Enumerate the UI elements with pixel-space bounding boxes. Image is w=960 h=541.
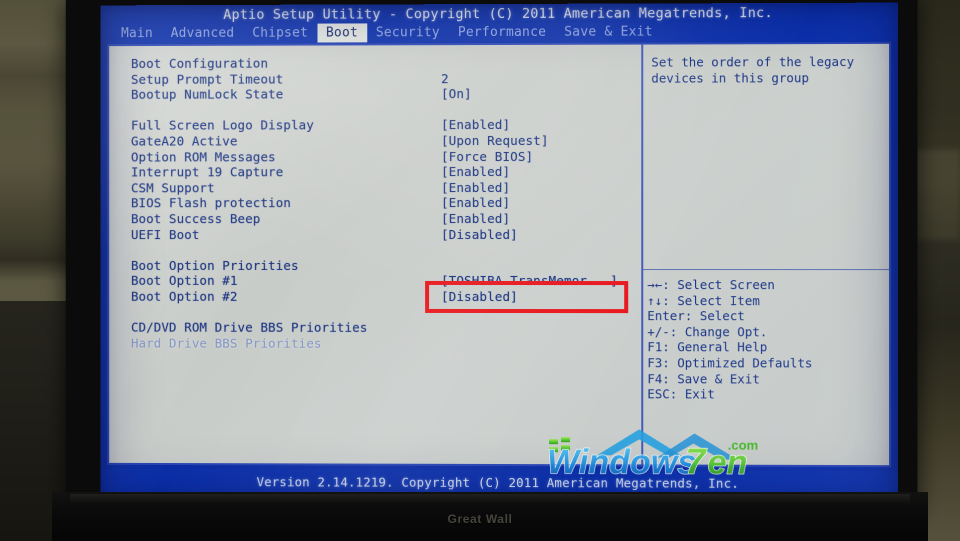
setting-value[interactable]: [Enabled]	[441, 211, 510, 226]
bios-title: Aptio Setup Utility - Copyright (C) 2011…	[100, 5, 898, 24]
setting-label: Full Screen Logo Display	[131, 118, 314, 133]
setting-label: Hard Drive BBS Priorities	[131, 335, 322, 350]
laptop-hinge-lip	[70, 494, 910, 503]
setting-value[interactable]: [On]	[441, 86, 472, 101]
setting-row-full-screen-logo-display[interactable]: Full Screen Logo Display [Enabled]	[123, 117, 636, 133]
key-action: Optimized Defaults	[670, 355, 813, 370]
setting-value[interactable]: [Force BIOS]	[441, 149, 533, 164]
setting-value[interactable]: [Upon Request]	[441, 133, 549, 148]
setting-label: Boot Option #2	[131, 289, 238, 304]
setting-label: Boot Option #1	[131, 273, 238, 288]
help-key-separator	[643, 269, 891, 270]
help-panel: Set the order of the legacy devices in t…	[651, 54, 891, 87]
key-legend-row: F3: Optimized Defaults	[647, 355, 893, 371]
setting-row-boot-success-beep[interactable]: Boot Success Beep [Enabled]	[123, 211, 636, 227]
settings-spacer	[123, 101, 636, 118]
setting-value[interactable]: 2	[441, 71, 449, 86]
key-action: Select Item	[670, 293, 760, 308]
bios-screen: Aptio Setup Utility - Copyright (C) 2011…	[100, 3, 898, 504]
tab-security[interactable]: Security	[367, 23, 449, 42]
setting-row-uefi-boot[interactable]: UEFI Boot [Disabled]	[123, 226, 636, 242]
setting-row-cd-dvd-rom-drive-bbs-priorities[interactable]: CD/DVD ROM Drive BBS Priorities	[123, 320, 636, 336]
setting-value[interactable]: [Enabled]	[441, 195, 510, 210]
key-legend-row: +/-: Change Opt.	[647, 324, 893, 340]
tab-performance[interactable]: Performance	[449, 23, 555, 42]
setting-label: UEFI Boot	[131, 227, 199, 242]
photo-scene: Aptio Setup Utility - Copyright (C) 2011…	[0, 0, 960, 541]
key-legend-row: ESC: Exit	[647, 386, 893, 402]
setting-value[interactable]: [Enabled]	[441, 164, 510, 179]
setting-row-csm-support[interactable]: CSM Support [Enabled]	[123, 180, 636, 196]
bios-menu-tabs[interactable]: Main Advanced Chipset Boot Security Performan…	[112, 22, 662, 43]
setting-label: BIOS Flash protection	[131, 196, 291, 211]
tab-chipset[interactable]: Chipset	[243, 24, 317, 43]
key-action: Save & Exit	[670, 371, 760, 386]
setting-label: Option ROM Messages	[131, 149, 276, 164]
windows7en-watermark: Windows 7 en .com	[489, 425, 780, 482]
watermark-text_4: .com	[728, 438, 759, 453]
setting-row-bios-flash-protection[interactable]: BIOS Flash protection [Enabled]	[123, 195, 636, 211]
bios-titlebar: Aptio Setup Utility - Copyright (C) 2011…	[100, 3, 898, 44]
key-name: Enter	[647, 308, 684, 323]
laptop-brand-label: Great Wall	[0, 512, 960, 526]
setting-label: Boot Option Priorities	[131, 258, 299, 273]
key-name: ↑↓	[647, 293, 662, 308]
watermark-text_2: 7	[685, 441, 707, 481]
key-name: F1	[647, 340, 662, 355]
setting-label: Setup Prompt Timeout	[131, 71, 283, 86]
setting-row-option-rom-messages[interactable]: Option ROM Messages [Force BIOS]	[123, 148, 636, 164]
setting-row-boot-option-priorities: Boot Option Priorities	[123, 258, 636, 274]
setting-label: Boot Success Beep	[131, 211, 260, 226]
tab-advanced[interactable]: Advanced	[162, 24, 244, 43]
key-action: Change Opt.	[677, 324, 767, 339]
key-separator: :	[670, 324, 678, 339]
setting-row-bootup-numlock-state[interactable]: Bootup NumLock State [On]	[123, 86, 636, 103]
setting-label: Interrupt 19 Capture	[131, 164, 283, 179]
setting-label: GateA20 Active	[131, 133, 238, 148]
key-name: +/-	[647, 324, 669, 339]
setting-value[interactable]: [Enabled]	[441, 117, 510, 132]
key-separator: :	[670, 386, 678, 401]
setting-label: Bootup NumLock State	[131, 87, 283, 102]
tab-main[interactable]: Main	[112, 24, 162, 43]
help-text: Set the order of the legacy devices in t…	[651, 54, 891, 87]
key-action: Exit	[677, 386, 715, 401]
key-legend-row: F4: Save & Exit	[647, 371, 893, 387]
tab-save-exit[interactable]: Save & Exit	[555, 22, 662, 41]
setting-label: CD/DVD ROM Drive BBS Priorities	[131, 320, 367, 335]
setting-label: Boot Configuration	[131, 56, 268, 71]
panel-vertical-divider	[641, 45, 643, 465]
key-name: F4	[647, 371, 662, 386]
setting-label: CSM Support	[131, 180, 215, 195]
key-legend-row: Enter: Select	[647, 308, 893, 324]
tab-boot[interactable]: Boot	[317, 23, 367, 42]
key-name: F3	[647, 355, 662, 370]
key-separator: :	[685, 308, 693, 323]
watermark-text_1: Windows	[547, 443, 696, 482]
key-legend: →←: Select Screen ↑↓: Select Item Enter: S…	[647, 277, 893, 403]
setting-row-setup-prompt-timeout[interactable]: Setup Prompt Timeout 2	[123, 70, 636, 87]
key-legend-row: F1: General Help	[647, 340, 893, 356]
key-legend-row: →←: Select Screen	[647, 277, 893, 293]
setting-value[interactable]: [Enabled]	[441, 180, 510, 195]
key-action: Select Screen	[670, 277, 775, 292]
settings-spacer	[123, 242, 636, 258]
setting-row-interrupt-19-capture[interactable]: Interrupt 19 Capture [Enabled]	[123, 164, 636, 180]
setting-row-boot-configuration: Boot Configuration	[123, 55, 636, 72]
bios-body-panel: Boot Configuration Setup Prompt Timeout 2 B…	[107, 42, 891, 467]
setting-row-gatea20-active[interactable]: GateA20 Active [Upon Request]	[123, 133, 636, 149]
setting-row-hard-drive-bbs-priorities[interactable]: Hard Drive BBS Priorities	[123, 335, 636, 351]
setting-value[interactable]: [Disabled]	[441, 227, 518, 242]
key-action: Select	[692, 308, 745, 323]
key-legend-row: ↑↓: Select Item	[647, 293, 893, 309]
red-annotation-box	[425, 281, 628, 313]
key-action: General Help	[670, 340, 768, 355]
key-name: ESC	[647, 386, 669, 401]
key-name: →←	[647, 277, 662, 292]
